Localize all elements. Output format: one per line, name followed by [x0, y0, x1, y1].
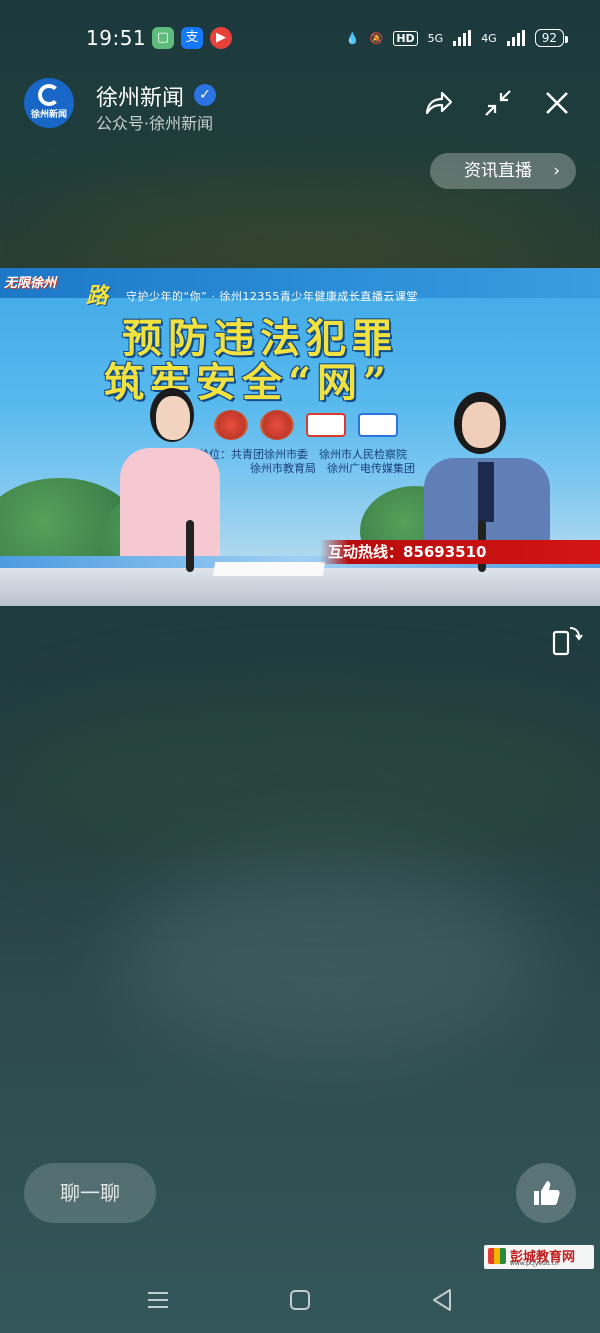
video-player[interactable]: 无限徐州 路 守护少年的“你” · 徐州12355青少年健康成长直播云课堂 预防… [0, 268, 600, 606]
minimize-button[interactable] [481, 86, 515, 120]
account-avatar[interactable]: 徐州新闻 [24, 78, 74, 128]
rotate-screen-button[interactable] [548, 622, 584, 658]
status-indicators: 💧 🔕 HD 5G 4G 92 [345, 26, 569, 50]
hd-badge: HD [393, 30, 418, 46]
book-icon [488, 1248, 506, 1264]
network-4g-label: 4G [481, 31, 497, 45]
microphone-icon [186, 520, 194, 572]
signal-icon-secondary [506, 30, 525, 46]
drop-icon: 💧 [345, 31, 360, 45]
background-blur [0, 700, 600, 860]
thumbs-up-icon [534, 1181, 560, 1205]
media-logo-icon [306, 413, 346, 437]
avatar-text: 徐州新闻 [30, 110, 67, 120]
close-button[interactable] [540, 86, 574, 120]
video-road-char: 路 [86, 284, 109, 309]
chat-button[interactable]: 聊一聊 [24, 1163, 156, 1223]
watermark-url: www.pcjyedu.cn [510, 1260, 559, 1267]
nav-back-button[interactable] [428, 1286, 456, 1314]
system-nav-bar [0, 1268, 600, 1333]
share-icon [425, 91, 453, 115]
background-blur [120, 860, 540, 1060]
nav-home-button[interactable] [286, 1286, 314, 1314]
video-app-icon: ▶ [210, 27, 232, 49]
status-time: 19:51 [86, 26, 147, 50]
rotate-icon [552, 627, 583, 656]
watermark-logo: 彭城教育网 www.pcjyedu.cn [484, 1245, 594, 1269]
battery-indicator: 92 [534, 29, 569, 47]
home-square-icon [290, 1290, 310, 1310]
network-5g-label: 5G [427, 31, 444, 45]
procuratorate-emblem-icon [260, 410, 294, 440]
message-app-icon: ▢ [152, 27, 174, 49]
hotline-banner: 互动热线：85693510 [320, 540, 600, 564]
mute-bell-icon: 🔕 [369, 31, 384, 45]
back-triangle-icon [433, 1289, 451, 1311]
share-button[interactable] [421, 86, 455, 120]
logo-icon [38, 84, 60, 106]
signal-icon [453, 30, 472, 46]
live-news-label: 资讯直播 [464, 161, 532, 181]
edu-logo-icon [358, 413, 398, 437]
verified-icon: ✓ [194, 84, 216, 106]
host-left [120, 388, 220, 568]
status-bar: 19:51 ▢ 支 ▶ 💧 🔕 HD 5G 4G 92 [0, 0, 600, 70]
chevron-right-icon: › [553, 161, 560, 181]
live-news-button[interactable]: 资讯直播 › [430, 153, 576, 189]
close-icon [546, 92, 568, 114]
account-name[interactable]: 徐州新闻 [96, 80, 184, 112]
video-logo: 无限徐州 [4, 276, 57, 291]
organizer-emblems [214, 410, 398, 440]
nav-recents-button[interactable] [144, 1286, 172, 1314]
alipay-icon: 支 [181, 27, 203, 49]
account-subtitle: 公众号·徐州新闻 [96, 114, 214, 133]
minimize-icon [485, 90, 511, 116]
video-subtitle: 守护少年的“你” · 徐州12355青少年健康成长直播云课堂 [126, 290, 418, 303]
desk-paper [212, 562, 326, 576]
menu-icon [148, 1292, 168, 1308]
organizer-line2: 徐州市教育局 徐州广电传媒集团 [250, 462, 415, 475]
like-button[interactable] [516, 1163, 576, 1223]
